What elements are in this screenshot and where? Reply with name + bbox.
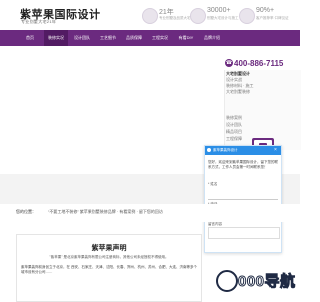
nav-item-projects[interactable]: 工程实况 <box>148 30 172 46</box>
stat-recommend-desc: 客户推荐率·口碑见证 <box>256 16 289 20</box>
stat-projects-desc: 别墅大宅设计与施工 <box>207 16 239 20</box>
close-icon[interactable]: × <box>274 147 277 153</box>
breadcrumb-label: 您的位置： <box>16 209 36 214</box>
stat-years-icon <box>142 8 158 24</box>
sidebar-line-2: 设计实战 <box>226 77 242 82</box>
stat-recommend-icon <box>239 8 255 24</box>
nav-item-home[interactable]: 首页 <box>18 30 42 46</box>
chat-message: 您好，欢迎来到紫苹果国际设计，留下您的联系方式，工作人员会第一时间联系您！ <box>208 160 278 169</box>
nav-item-team[interactable]: 设计团队 <box>70 30 94 46</box>
hotline-number[interactable]: 400-886-7115 <box>234 59 283 68</box>
chat-avatar-icon <box>207 148 211 152</box>
stat-projects-number: 30000+ <box>207 7 231 14</box>
stat-recommend-number: 90%+ <box>256 7 275 14</box>
nav-item-brand[interactable]: 品牌介绍 <box>200 30 224 46</box>
statement-title: 紫苹果声明 <box>91 245 127 252</box>
phone-icon: ☎ <box>225 59 233 67</box>
chat-popup: 紫苹果装饰设计 × 您好，欢迎来到紫苹果国际设计，留下您的联系方式，工作人员会第… <box>204 145 282 253</box>
nav-item-quality[interactable]: 品质保障 <box>122 30 146 46</box>
sidebar-link-cases[interactable]: 装修案例 <box>226 115 242 120</box>
main-nav: 首页 装修实况 设计团队 工艺细节 品质保障 工程实况 有看DIY 品牌介绍 <box>0 30 300 46</box>
statement-body: 紫苹果装饰前身创立于北京，在 西安、石家庄、天津、沈阳、长春、郑州、杭州、苏州、… <box>21 265 197 274</box>
nav-item-craft[interactable]: 工艺细节 <box>96 30 120 46</box>
watermark-text: 000导航 <box>238 273 296 291</box>
logo-subtitle: 专业别墅大宅21年 <box>21 19 57 24</box>
chat-header: 紫苹果装饰设计 × <box>205 146 281 155</box>
watermark-logo-icon <box>216 270 238 292</box>
sidebar-line-1: 大宅别墅设计 <box>226 71 250 76</box>
statement-card: 紫苹果声明 "紫苹果" 是北京紫苹果装饰有限公司注册商标，其他公司未经授权不得使… <box>16 234 202 302</box>
site-header: 紫苹果国际设计 专业别墅大宅21年 21年 专业别墅及品质大宅 30000+ 别… <box>0 0 300 32</box>
stat-projects-icon <box>190 8 206 24</box>
name-field[interactable] <box>208 187 278 200</box>
chat-title: 紫苹果装饰设计 <box>213 148 238 152</box>
sidebar-line-3: 装修材料 · 施工 <box>226 83 254 88</box>
sidebar-link-projects[interactable]: 精品项目 <box>226 129 242 134</box>
statement-subtitle: "紫苹果" 是北京紫苹果装饰有限公司注册商标，其他公司未经授权不得使用。 <box>49 255 169 259</box>
breadcrumb[interactable]: “不要工地不装修” 紫苹果别墅装修品牌 · 有看案例 · 留下您的回访 <box>48 209 163 215</box>
stat-years-desc: 专业别墅及品质大宅 <box>159 16 191 20</box>
message-field[interactable] <box>208 227 280 239</box>
sidebar-link-team[interactable]: 设计团队 <box>226 122 242 127</box>
sidebar-link-guarantee[interactable]: 工程保障 <box>226 136 242 141</box>
sidebar-line-4: 大宅别墅装修 <box>226 89 250 94</box>
nav-item-cases[interactable]: 装修实况 <box>44 30 68 46</box>
nav-item-diy[interactable]: 有看DIY <box>174 30 198 46</box>
